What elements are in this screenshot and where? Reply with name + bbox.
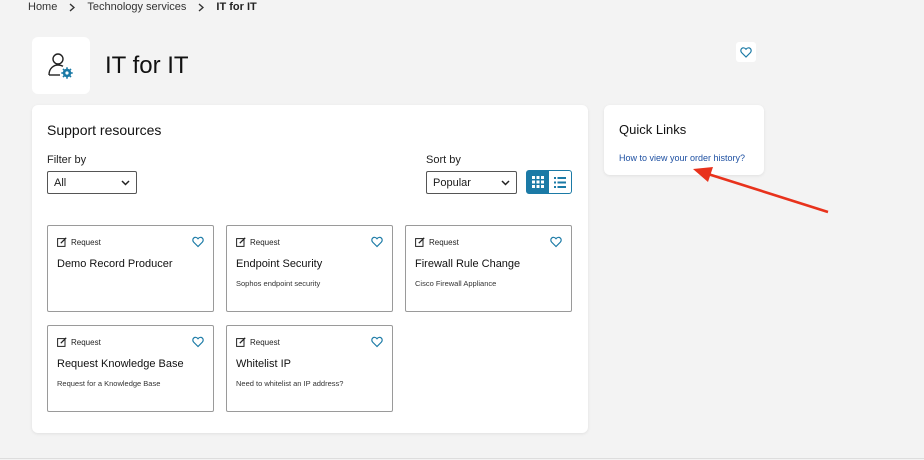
quick-links-title: Quick Links bbox=[619, 122, 687, 137]
card-type-label: Request bbox=[71, 237, 101, 247]
heart-outline-icon[interactable] bbox=[192, 336, 204, 348]
card-type: Request bbox=[57, 237, 101, 247]
heart-outline-icon[interactable] bbox=[371, 336, 383, 348]
page-title: IT for IT bbox=[105, 52, 189, 79]
divider bbox=[0, 458, 924, 459]
card-type: Request bbox=[236, 237, 280, 247]
card-description: Request for a Knowledge Base bbox=[57, 379, 161, 388]
chevron-down-icon bbox=[501, 179, 510, 186]
view-toggle bbox=[526, 170, 572, 194]
edit-icon bbox=[415, 237, 425, 247]
card-type-label: Request bbox=[250, 337, 280, 347]
filter-label: Filter by bbox=[47, 154, 87, 166]
page-favorite-button[interactable] bbox=[736, 42, 756, 62]
heart-outline-icon[interactable] bbox=[550, 236, 562, 248]
card-description: Sophos endpoint security bbox=[236, 279, 321, 288]
card-title: Request Knowledge Base bbox=[57, 358, 184, 370]
card-type-label: Request bbox=[250, 237, 280, 247]
sort-select[interactable]: Popular bbox=[426, 171, 517, 194]
heart-outline-icon bbox=[740, 46, 752, 58]
edit-icon bbox=[57, 237, 67, 247]
chevron-down-icon bbox=[121, 179, 130, 186]
edit-icon bbox=[57, 337, 67, 347]
catalog-item-card[interactable]: Request Whitelist IP Need to whitelist a… bbox=[226, 325, 393, 412]
heart-outline-icon[interactable] bbox=[371, 236, 383, 248]
chevron-right-icon bbox=[69, 2, 76, 12]
sort-value: Popular bbox=[433, 176, 471, 189]
card-title: Endpoint Security bbox=[236, 258, 323, 270]
category-icon-box bbox=[32, 37, 90, 94]
breadcrumb: Home Technology services IT for IT bbox=[28, 0, 257, 14]
card-title: Demo Record Producer bbox=[57, 258, 173, 270]
card-type-label: Request bbox=[71, 337, 101, 347]
breadcrumb-home[interactable]: Home bbox=[28, 1, 57, 13]
breadcrumb-technology-services[interactable]: Technology services bbox=[87, 1, 186, 13]
list-view-button[interactable] bbox=[549, 170, 572, 194]
card-type-label: Request bbox=[429, 237, 459, 247]
card-description: Cisco Firewall Appliance bbox=[415, 279, 497, 288]
support-resources-title: Support resources bbox=[47, 122, 162, 138]
support-resources-panel: Support resources Filter by All Sort by … bbox=[32, 105, 588, 433]
quick-link-order-history[interactable]: How to view your order history? bbox=[619, 153, 745, 163]
card-description: Need to whitelist an IP address? bbox=[236, 379, 344, 388]
filter-value: All bbox=[54, 176, 67, 189]
card-title: Firewall Rule Change bbox=[415, 258, 521, 270]
catalog-item-card[interactable]: Request Request Knowledge Base Request f… bbox=[47, 325, 214, 412]
heart-outline-icon[interactable] bbox=[192, 236, 204, 248]
list-view-icon bbox=[554, 176, 566, 188]
card-type: Request bbox=[57, 337, 101, 347]
chevron-right-icon bbox=[198, 2, 205, 12]
filter-select[interactable]: All bbox=[47, 171, 137, 194]
catalog-item-card[interactable]: Request Endpoint Security Sophos endpoin… bbox=[226, 225, 393, 312]
edit-icon bbox=[236, 237, 246, 247]
card-type: Request bbox=[236, 337, 280, 347]
catalog-item-card[interactable]: Request Demo Record Producer bbox=[47, 225, 214, 312]
card-type: Request bbox=[415, 237, 459, 247]
annotation-arrow-icon bbox=[693, 167, 829, 214]
sort-label: Sort by bbox=[426, 154, 461, 166]
grid-view-button[interactable] bbox=[526, 170, 549, 194]
edit-icon bbox=[236, 337, 246, 347]
grid-view-icon bbox=[531, 176, 544, 188]
user-gear-icon bbox=[48, 52, 73, 79]
card-title: Whitelist IP bbox=[236, 358, 292, 370]
catalog-item-card[interactable]: Request Firewall Rule Change Cisco Firew… bbox=[405, 225, 572, 312]
breadcrumb-current: IT for IT bbox=[216, 1, 257, 13]
